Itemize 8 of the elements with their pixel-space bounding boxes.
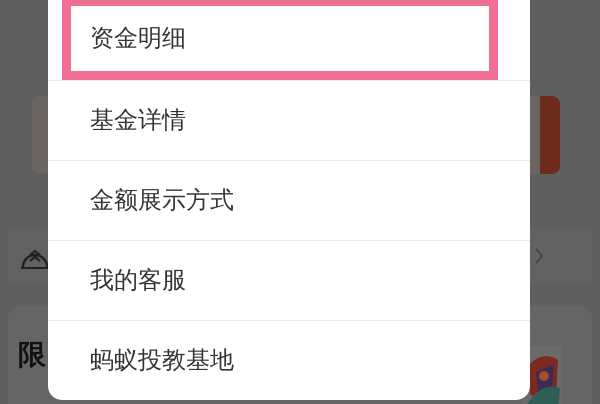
menu-item[interactable]: 基金详情 [48, 80, 530, 160]
chevron-right-icon [534, 247, 544, 265]
menu-item[interactable]: 蚂蚁投教基地 [48, 320, 530, 400]
action-button[interactable] [540, 96, 560, 174]
card-heading: 限 [18, 337, 46, 373]
menu-item[interactable]: 金额展示方式 [48, 160, 530, 240]
menu-item[interactable]: 资金明细 [62, 0, 498, 80]
menu-item[interactable]: 我的客服 [48, 240, 530, 320]
